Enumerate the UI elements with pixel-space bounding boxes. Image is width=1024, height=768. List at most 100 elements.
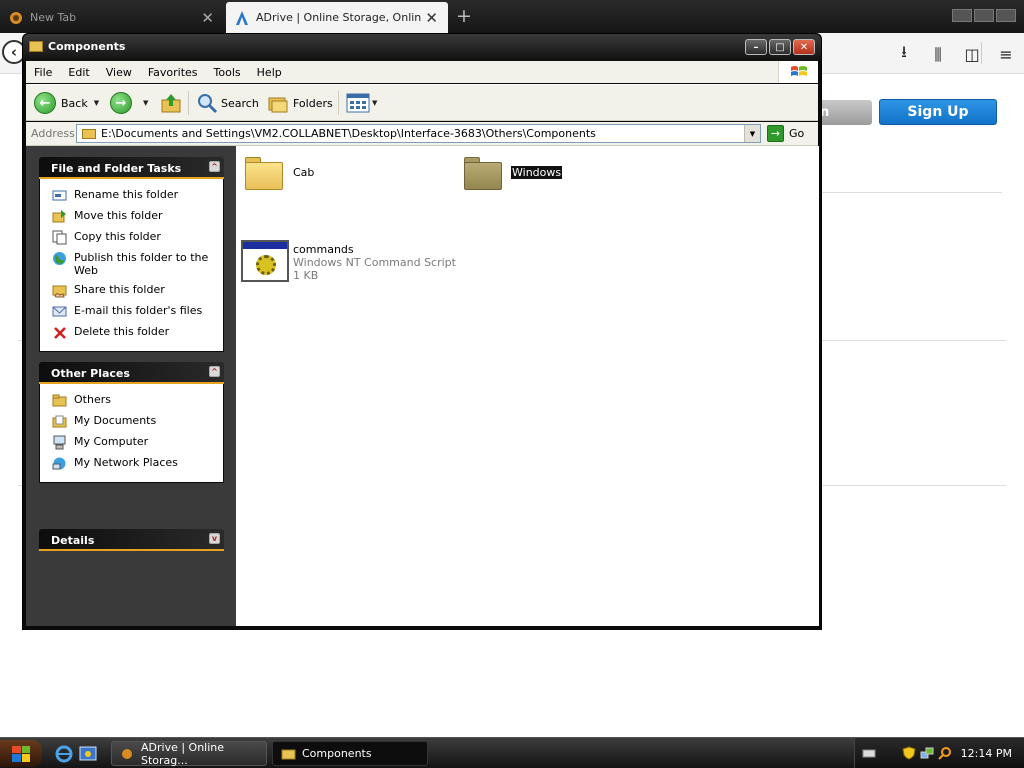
task-label: Copy this folder xyxy=(74,230,161,243)
panel-header[interactable]: Other Places ^ xyxy=(39,362,224,384)
dropdown-arrow-icon[interactable]: ▼ xyxy=(372,99,377,107)
network-places-icon xyxy=(52,456,67,471)
place-others[interactable]: Others xyxy=(40,390,223,411)
keyboard-icon[interactable] xyxy=(862,746,876,760)
menu-favorites[interactable]: Favorites xyxy=(140,66,206,79)
sidebar-icon[interactable]: ◫ xyxy=(962,45,982,64)
globe-icon xyxy=(52,251,67,266)
menu-tools[interactable]: Tools xyxy=(206,66,249,79)
panel-title: Details xyxy=(51,534,95,547)
task-publish-folder[interactable]: Publish this folder to the Web xyxy=(40,248,223,280)
search-label: Search xyxy=(221,96,259,110)
task-label: Share this folder xyxy=(74,283,165,296)
task-email-files[interactable]: E-mail this folder's files xyxy=(40,301,223,322)
share-icon xyxy=(52,283,67,298)
search-tray-icon[interactable] xyxy=(938,746,952,760)
dropdown-arrow-icon[interactable]: ▼ xyxy=(94,99,99,107)
tab-close-icon[interactable]: ✕ xyxy=(425,9,438,27)
task-delete-folder[interactable]: Delete this folder xyxy=(40,322,223,343)
folder-cab[interactable] xyxy=(243,154,285,190)
address-dropdown-icon[interactable]: ▼ xyxy=(744,125,760,142)
back-button[interactable]: ← Back ▼ xyxy=(34,90,99,116)
close-button[interactable]: ✕ xyxy=(793,39,815,55)
other-places-panel: Other Places ^ Others My Documents My Co… xyxy=(39,362,224,483)
maximize-button[interactable]: □ xyxy=(769,39,791,55)
folder-windows-label[interactable]: Windows xyxy=(511,166,563,179)
delete-x-icon xyxy=(52,325,67,340)
up-folder-icon xyxy=(161,94,181,113)
collapse-chevron-icon[interactable]: ^ xyxy=(209,366,220,377)
taskbar-item-browser[interactable]: ADrive | Online Storag... xyxy=(111,740,267,767)
views-button[interactable]: ▼ xyxy=(346,90,377,116)
start-button[interactable] xyxy=(0,740,42,767)
minimize-button[interactable]: – xyxy=(745,39,767,55)
folders-label: Folders xyxy=(293,96,333,110)
menu-help[interactable]: Help xyxy=(249,66,290,79)
browser-tab-adrive[interactable]: ADrive | Online Storage, Online Ba ✕ xyxy=(226,2,448,33)
menu-bar: File Edit View Favorites Tools Help xyxy=(26,61,818,83)
command-script-icon[interactable] xyxy=(241,240,289,282)
expand-chevron-icon[interactable]: v xyxy=(209,533,220,544)
menu-edit[interactable]: Edit xyxy=(60,66,97,79)
taskbar-item-label: ADrive | Online Storag... xyxy=(141,740,225,767)
system-tray: 12:14 PM xyxy=(854,738,1024,768)
maximize-icon[interactable] xyxy=(974,9,994,22)
views-icon xyxy=(346,93,370,113)
address-input[interactable]: E:\Documents and Settings\VM2.COLLABNET\… xyxy=(76,124,761,143)
browser-tab-bar: New Tab ✕ ADrive | Online Storage, Onlin… xyxy=(0,0,1024,33)
go-label: Go xyxy=(789,127,805,140)
task-label: Move this folder xyxy=(74,209,163,222)
browser-toolbar-icons: ⭳ ⫼ ◫ ≡ xyxy=(894,41,1016,68)
task-rename-folder[interactable]: Rename this folder xyxy=(40,185,223,206)
explorer-title-bar[interactable]: Components – □ ✕ xyxy=(23,34,821,61)
browser-tab-new-tab[interactable]: New Tab ✕ xyxy=(0,2,224,33)
taskbar-item-label: Components xyxy=(302,747,372,760)
download-icon[interactable]: ⭳ xyxy=(894,41,914,68)
toolbar-separator xyxy=(188,91,189,115)
windows-flag-icon xyxy=(778,61,818,83)
move-icon xyxy=(52,209,67,224)
panel-header[interactable]: File and Folder Tasks ^ xyxy=(39,157,224,179)
forward-arrow-icon: → xyxy=(110,92,132,114)
explorer-window: Components – □ ✕ File Edit View Favorite… xyxy=(22,33,822,630)
taskbar-item-components[interactable]: Components xyxy=(272,741,428,766)
go-button[interactable]: → Go xyxy=(767,125,804,142)
file-commands-label[interactable]: commands xyxy=(293,243,354,256)
internet-explorer-icon[interactable] xyxy=(55,745,73,763)
place-my-computer[interactable]: My Computer xyxy=(40,432,223,453)
back-label: Back xyxy=(61,96,88,110)
menu-icon[interactable]: ≡ xyxy=(996,45,1016,64)
browser-tab-title: ADrive | Online Storage, Online Ba xyxy=(256,11,421,24)
task-move-folder[interactable]: Move this folder xyxy=(40,206,223,227)
divider xyxy=(822,485,1006,486)
menu-view[interactable]: View xyxy=(98,66,140,79)
panel-header[interactable]: Details v xyxy=(39,529,224,551)
search-button[interactable]: Search xyxy=(196,90,259,116)
collapse-chevron-icon[interactable]: ^ xyxy=(209,161,220,172)
tab-close-icon[interactable]: ✕ xyxy=(201,9,214,27)
menu-file[interactable]: File xyxy=(26,66,60,79)
forward-button[interactable]: → ▼ xyxy=(110,90,148,116)
place-my-documents[interactable]: My Documents xyxy=(40,411,223,432)
clock[interactable]: 12:14 PM xyxy=(961,747,1012,760)
dropdown-arrow-icon[interactable]: ▼ xyxy=(143,99,148,107)
task-label: E-mail this folder's files xyxy=(74,304,203,317)
new-tab-icon[interactable]: + xyxy=(456,5,472,27)
library-icon[interactable]: ⫼ xyxy=(928,45,948,65)
place-my-network-places[interactable]: My Network Places xyxy=(40,453,223,474)
folders-button[interactable]: Folders xyxy=(267,90,333,116)
security-shield-icon[interactable] xyxy=(902,746,916,760)
show-desktop-icon[interactable] xyxy=(79,745,97,763)
network-icon[interactable] xyxy=(920,746,934,760)
task-copy-folder[interactable]: Copy this folder xyxy=(40,227,223,248)
panel-title: File and Folder Tasks xyxy=(51,162,182,175)
signup-button[interactable]: Sign Up xyxy=(879,99,997,125)
up-folder-button[interactable] xyxy=(160,90,182,116)
place-label: Others xyxy=(74,393,111,406)
folder-windows[interactable] xyxy=(462,154,504,190)
login-button[interactable]: n xyxy=(816,100,872,125)
folder-cab-label[interactable]: Cab xyxy=(293,166,314,179)
minimize-icon[interactable] xyxy=(952,9,972,22)
task-share-folder[interactable]: Share this folder xyxy=(40,280,223,301)
close-icon[interactable] xyxy=(996,9,1016,22)
